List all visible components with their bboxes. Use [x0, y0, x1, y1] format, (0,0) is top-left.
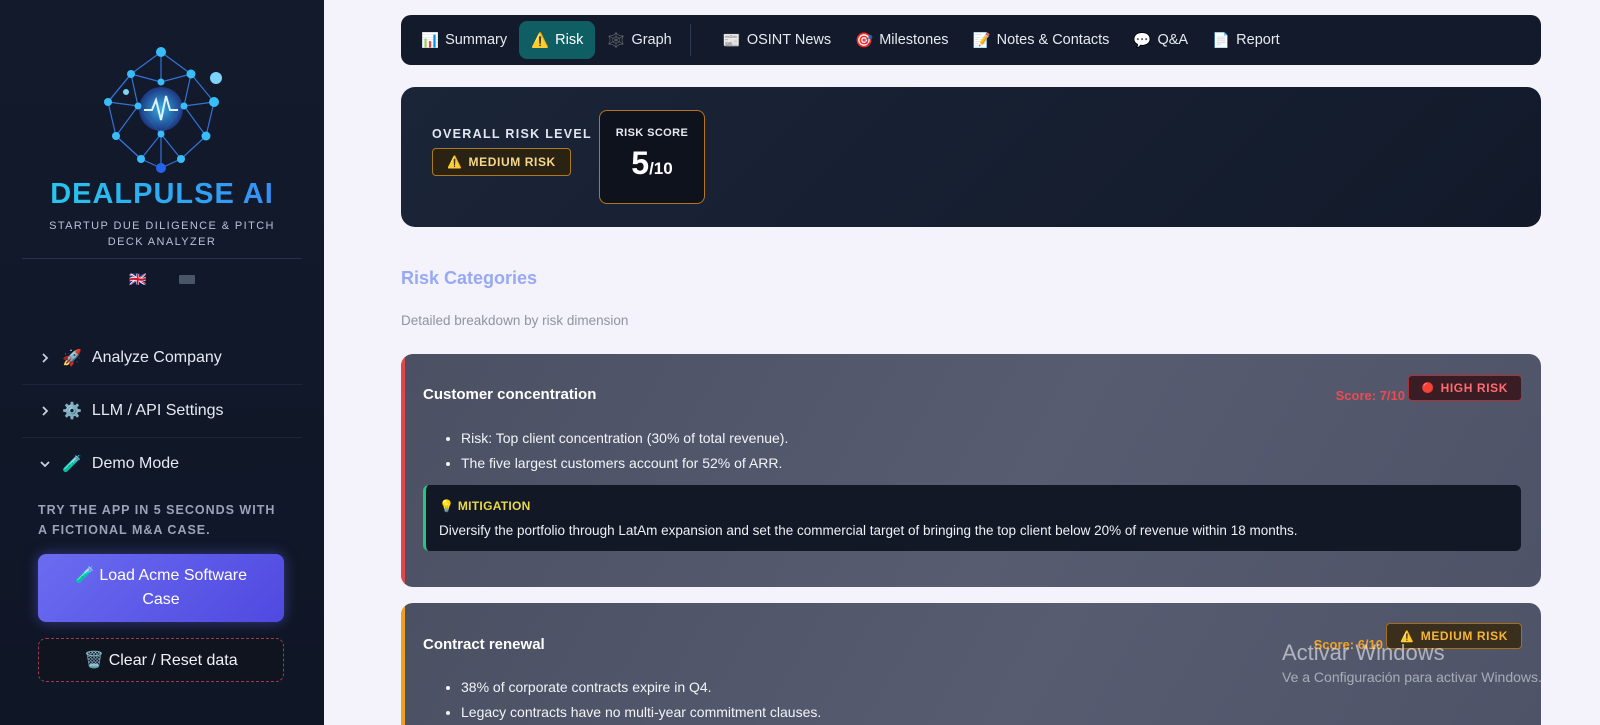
overall-risk-label: OVERALL RISK LEVEL — [432, 127, 592, 141]
tab-notes-contacts[interactable]: 📝 Notes & Contacts — [961, 21, 1122, 59]
category-bullets: 38% of corporate contracts expire in Q4.… — [461, 679, 821, 725]
list-item: Risk: Top client concentration (30% of t… — [461, 430, 788, 447]
speech-bubble-icon: 💬 — [1133, 32, 1152, 49]
risk-badge-label: MEDIUM RISK — [468, 155, 556, 169]
brand-tagline: STARTUP DUE DILIGENCE & PITCH DECK ANALY… — [49, 220, 275, 248]
risk-score-max: /10 — [649, 159, 673, 178]
risk-score-box: RISK SCORE 5/10 — [599, 110, 705, 204]
mitigation-label: 💡 MITIGATION — [439, 499, 531, 513]
tab-label: Summary — [445, 32, 508, 48]
network-icon: 🕸️ — [607, 32, 626, 49]
tab-label: Report — [1236, 32, 1280, 48]
clear-reset-button[interactable]: 🗑️ Clear / Reset data — [38, 638, 284, 682]
category-title: Contract renewal — [423, 636, 545, 653]
list-item: The five largest customers account for 5… — [461, 455, 788, 472]
sidebar-divider — [22, 258, 302, 259]
mitigation-text: Diversify the portfolio through LatAm ex… — [439, 523, 1298, 538]
language-english-flag[interactable]: 🇬🇧 — [129, 271, 146, 288]
chart-icon: 📊 — [421, 32, 440, 49]
category-title: Customer concentration — [423, 386, 597, 403]
sidebar-item-icon: 🧪 — [62, 456, 82, 473]
main-tab-bar: 📊 Summary ⚠️ Risk 🕸️ Graph 📰 OSINT News … — [401, 15, 1541, 65]
risk-score-number: 5 — [631, 145, 650, 181]
document-icon: 📄 — [1212, 32, 1231, 49]
sidebar-item-analyze-company[interactable]: 🚀 Analyze Company — [38, 345, 222, 371]
tab-graph[interactable]: 🕸️ Graph — [595, 21, 683, 59]
chevron-down-icon — [38, 457, 52, 471]
tab-label: Risk — [555, 32, 584, 48]
chevron-right-icon — [38, 351, 52, 365]
tab-qa[interactable]: 💬 Q&A — [1121, 21, 1200, 59]
sidebar-item-icon: ⚙️ — [62, 403, 82, 420]
tab-osint-news[interactable]: 📰 OSINT News — [711, 21, 843, 59]
risk-overview-card: OVERALL RISK LEVEL ⚠️ MEDIUM RISK RISK S… — [401, 87, 1541, 227]
newspaper-icon: 📰 — [722, 32, 741, 49]
tab-label: Milestones — [879, 32, 949, 48]
sidebar-item-demo-mode[interactable]: 🧪 Demo Mode — [38, 451, 179, 477]
warning-icon: ⚠️ — [531, 32, 550, 49]
risk-level-edge — [401, 354, 405, 587]
risk-badge-label: HIGH RISK — [1440, 381, 1508, 395]
tab-divider — [689, 24, 691, 56]
tab-summary[interactable]: 📊 Summary — [409, 21, 519, 59]
risk-score-label: RISK SCORE — [615, 127, 689, 139]
tab-risk[interactable]: ⚠️ Risk — [519, 21, 596, 59]
windows-activation-subtitle: Ve a Configuración para activar Windows. — [1282, 669, 1542, 685]
section-title: Risk Categories — [401, 268, 538, 288]
warning-icon: ⚠️ — [447, 155, 463, 169]
red-circle-icon: 🔴 — [1421, 382, 1435, 394]
tab-label: Graph — [631, 32, 672, 48]
list-item: Legacy contracts have no multi-year comm… — [461, 704, 821, 721]
tab-label: Q&A — [1157, 32, 1189, 48]
demo-mode-description: TRY THE APP IN 5 SECONDS WITH A FICTIONA… — [38, 503, 276, 537]
sidebar: DEALPULSE AI STARTUP DUE DILIGENCE & PIT… — [0, 0, 324, 725]
windows-activation-title: Activar Windows — [1282, 640, 1445, 665]
sidebar-item-llm-api-settings[interactable]: ⚙️ LLM / API Settings — [38, 398, 224, 424]
sidebar-item-label: LLM / API Settings — [91, 402, 224, 419]
overall-risk-badge: ⚠️ MEDIUM RISK — [432, 148, 571, 176]
category-score: Score: 7/10 — [1335, 388, 1405, 403]
language-switcher: 🇬🇧 — [0, 271, 324, 288]
list-item: 38% of corporate contracts expire in Q4. — [461, 679, 821, 696]
tab-label: OSINT News — [746, 32, 832, 48]
category-bullets: Risk: Top client concentration (30% of t… — [461, 430, 788, 480]
risk-level-edge — [401, 603, 405, 725]
sidebar-separator — [22, 384, 302, 385]
target-icon: 🎯 — [855, 32, 874, 49]
section-subtitle: Detailed breakdown by risk dimension — [401, 313, 629, 328]
risk-score-value: 5/10 — [600, 145, 704, 182]
tab-label: Notes & Contacts — [996, 32, 1110, 48]
risk-category-card: Customer concentration Score: 7/10 🔴 HIG… — [401, 354, 1541, 587]
brand-title: DEALPULSE AI — [0, 178, 324, 211]
load-demo-case-button[interactable]: 🧪 Load Acme Software Case — [38, 554, 284, 622]
chevron-right-icon — [38, 404, 52, 418]
tab-report[interactable]: 📄 Report — [1200, 21, 1292, 59]
sidebar-item-label: Analyze Company — [91, 349, 222, 366]
language-other-flag-icon[interactable] — [178, 271, 195, 287]
sidebar-item-icon: 🚀 — [62, 350, 82, 367]
tab-milestones[interactable]: 🎯 Milestones — [843, 21, 960, 59]
sidebar-item-label: Demo Mode — [91, 455, 180, 472]
brain-network-logo-icon — [96, 44, 226, 174]
mitigation-box: 💡 MITIGATION Diversify the portfolio thr… — [423, 485, 1521, 551]
category-risk-badge: 🔴 HIGH RISK — [1407, 375, 1522, 401]
sidebar-separator — [22, 437, 302, 438]
memo-icon: 📝 — [972, 32, 991, 49]
